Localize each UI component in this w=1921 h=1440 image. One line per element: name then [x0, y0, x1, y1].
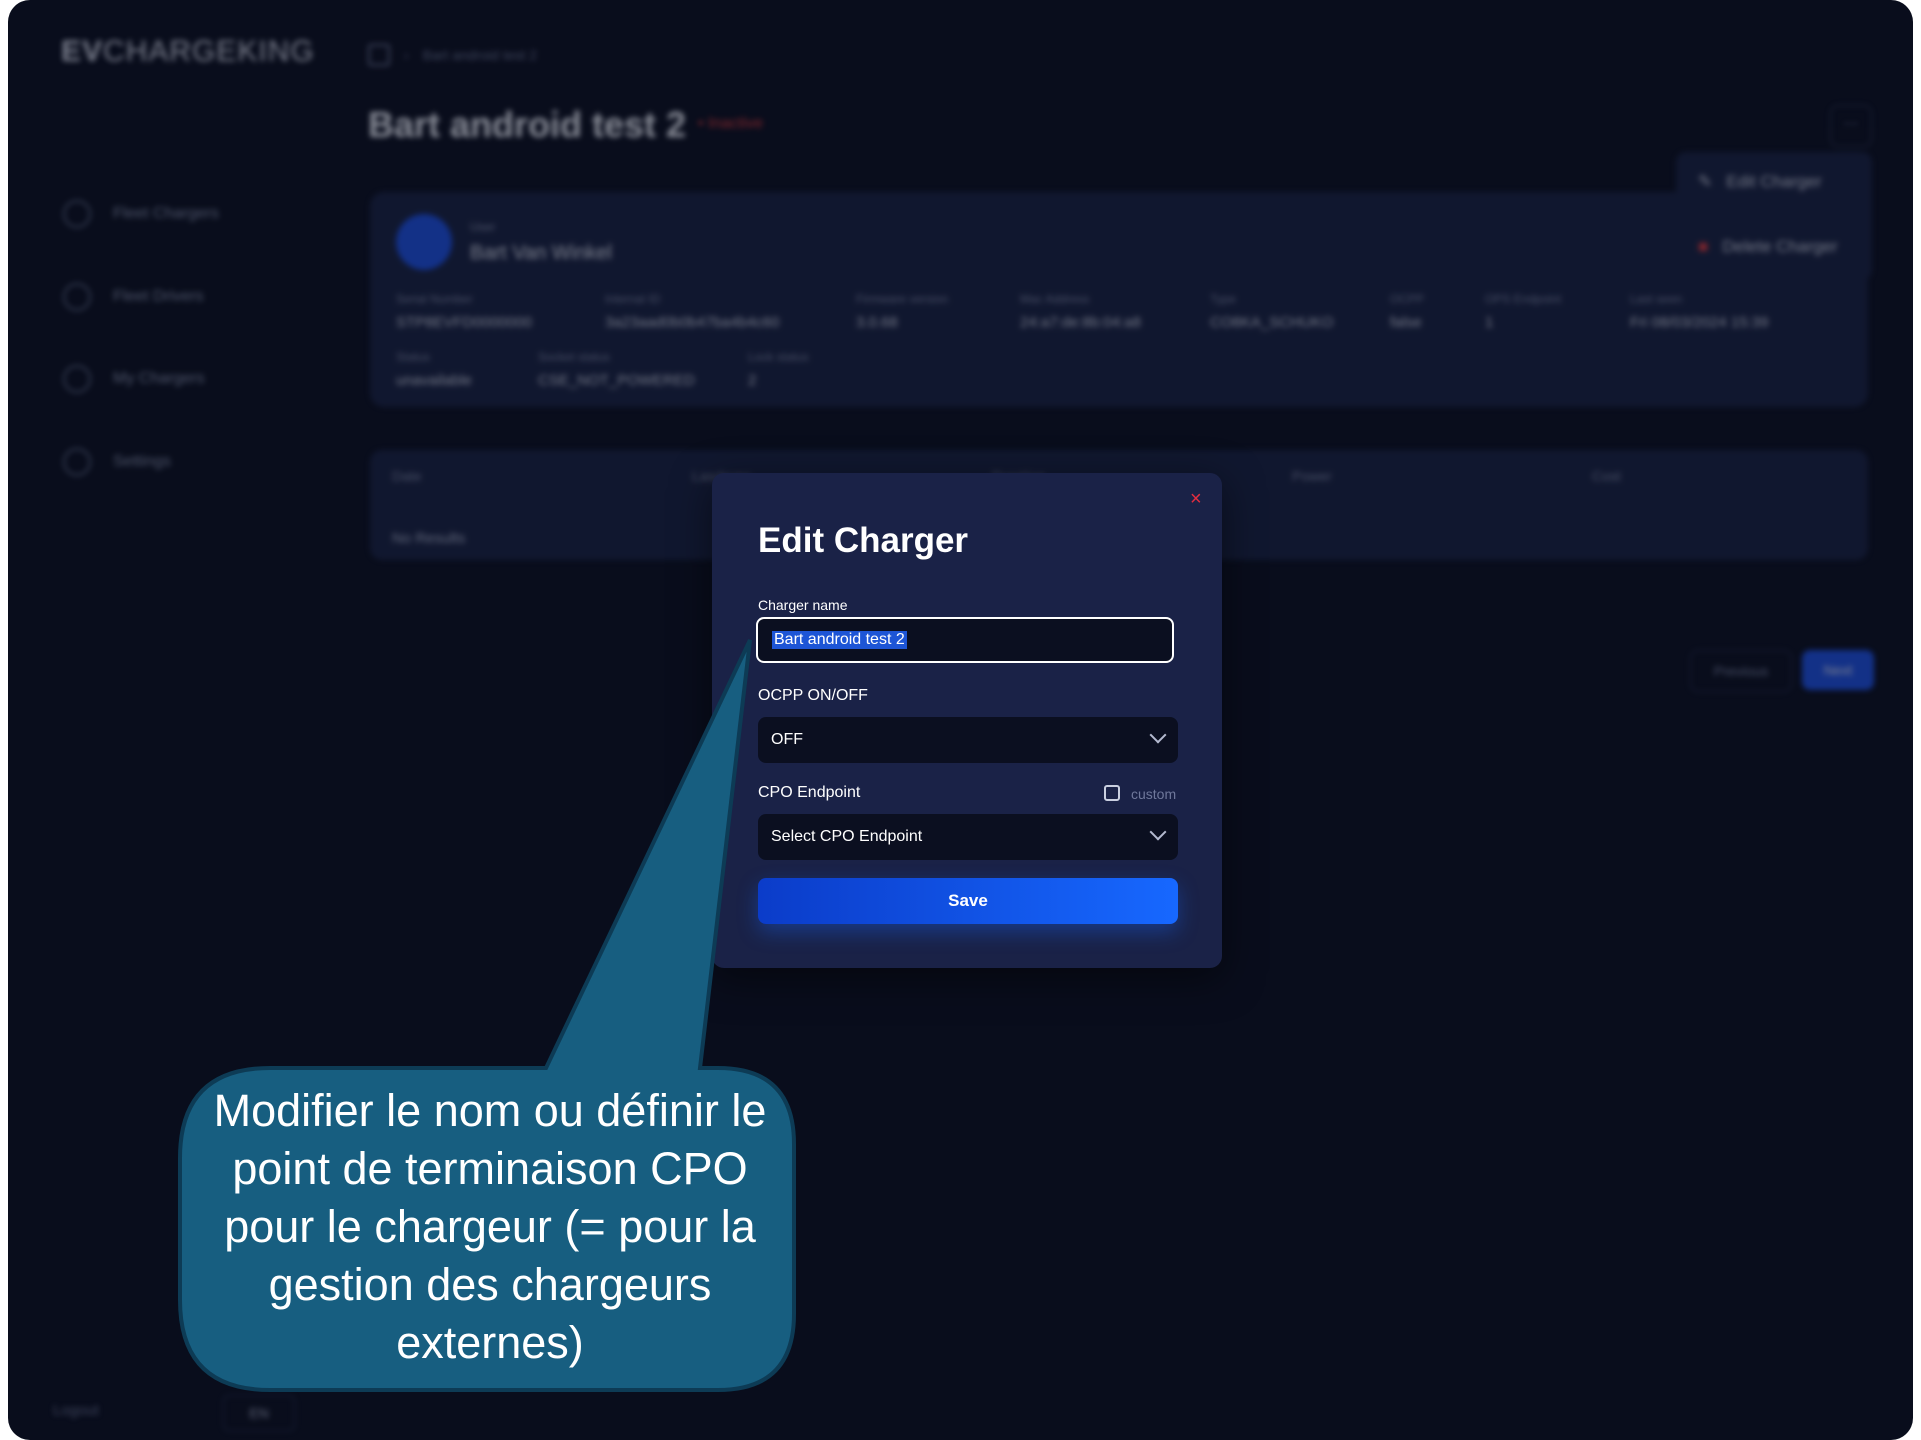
callout-text: Modifier le nom ou définir le point de t…	[213, 1085, 767, 1368]
app-window: EVCHARGEKING Fleet Chargers Fleet Driver…	[8, 0, 1913, 1440]
